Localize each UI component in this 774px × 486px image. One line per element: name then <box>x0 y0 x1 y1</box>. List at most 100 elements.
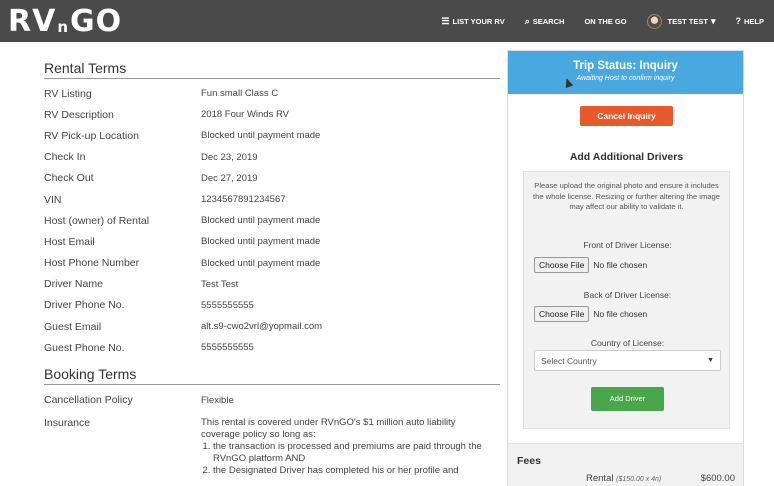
avatar <box>646 13 662 29</box>
nav-on-the-go-label: ON THE GO <box>584 16 627 26</box>
booking-terms-title: Booking Terms <box>44 366 500 386</box>
detail-value: 2018 Four Winds RV <box>201 109 290 121</box>
trip-details: Rental Terms RV Listing Fun small Class C… <box>44 60 500 477</box>
add-driver-form: Please upload the original photo and ens… <box>523 171 730 429</box>
back-license-choose-file-button[interactable]: Choose File <box>534 306 590 322</box>
fee-rental-value: $600.00 <box>700 473 735 484</box>
trip-status-title: Trip Status: Inquiry <box>573 60 678 72</box>
detail-row: Driver Phone No. 5555555555 <box>44 295 500 316</box>
detail-value: Blocked until payment made <box>201 130 321 142</box>
nav-list-your-rv-label: LIST YOUR RV <box>452 16 505 26</box>
help-icon: ? <box>735 16 741 26</box>
fees-title: Fees <box>517 455 541 467</box>
detail-row: Host Email Blocked until payment made <box>44 231 500 252</box>
detail-row: Host (owner) of Rental Blocked until paym… <box>44 210 500 231</box>
logo-text-n: n <box>57 18 70 36</box>
detail-value: Blocked until payment made <box>201 215 321 227</box>
back-license-file-status: No file chosen <box>593 309 648 319</box>
insurance-row: Insurance This rental is covered under R… <box>44 417 500 477</box>
detail-value: Dec 23, 2019 <box>201 151 258 163</box>
back-license-file-input: Choose File No file chosen <box>534 306 647 322</box>
country-select[interactable]: Select Country ▼ <box>534 350 721 371</box>
detail-label: Host Email <box>44 235 95 248</box>
upload-note: Please upload the original photo and ens… <box>533 181 720 211</box>
cancellation-policy-label: Cancellation Policy <box>44 394 133 407</box>
detail-label: Check Out <box>44 172 94 185</box>
nav-user-label: TEST TEST <box>667 16 708 26</box>
search-icon: ⌕ <box>524 15 530 26</box>
nav-search-label: SEARCH <box>532 16 565 26</box>
insurance-condition: the transaction is processed and premium… <box>213 441 491 465</box>
back-license-label: Back of Driver License: <box>583 290 672 300</box>
detail-value: 1234567891234567 <box>201 194 286 206</box>
detail-label: Host Phone Number <box>44 257 140 270</box>
detail-row: Check In Dec 23, 2019 <box>44 147 500 168</box>
front-license-file-input: Choose File No file chosen <box>534 257 647 273</box>
rvngo-logo[interactable]: RV n GO <box>8 5 122 37</box>
detail-row: RV Pick-up Location Blocked until payment… <box>44 125 500 146</box>
cancellation-policy-row: Cancellation Policy Flexible <box>44 389 500 410</box>
front-license-label: Front of Driver License: <box>583 240 672 250</box>
detail-value: Blocked until payment made <box>201 257 321 269</box>
fees-section: Fees Rental ($150.00 x 4n) $600.00 <box>508 443 743 486</box>
rental-terms-list: RV Listing Fun small Class C RV Descripti… <box>44 83 500 358</box>
detail-label: RV Pick-up Location <box>44 129 139 142</box>
chevron-down-icon: ▾ <box>710 15 716 26</box>
nav-help-label: HELP <box>743 16 764 26</box>
nav-on-the-go[interactable]: ON THE GO <box>584 17 626 26</box>
insurance-text: This rental is covered under RVnGO's $1 … <box>201 417 491 477</box>
trip-status-panel: Trip Status: Inquiry Awaiting Host to co… <box>507 50 744 486</box>
detail-row: VIN 1234567891234567 <box>44 189 500 210</box>
list-icon: ☰ <box>441 15 450 26</box>
detail-row: Guest Email alt.s9-cwo2vrl@yopmail.com <box>44 316 500 337</box>
detail-label: Driver Phone No. <box>44 299 125 312</box>
logo-text-go: GO <box>70 4 123 39</box>
detail-row: Check Out Dec 27, 2019 <box>44 168 500 189</box>
nav-user-menu[interactable]: TEST TEST ▾ <box>646 13 716 29</box>
detail-label: RV Listing <box>44 87 92 100</box>
country-label: Country of License: <box>590 338 665 348</box>
fee-rental-name: Rental <box>586 473 614 484</box>
detail-label: RV Description <box>44 108 114 121</box>
detail-row: Driver Name Test Test <box>44 274 500 295</box>
detail-value: 5555555555 <box>201 299 254 311</box>
detail-label: Guest Phone No. <box>44 341 125 354</box>
detail-row: RV Description 2018 Four Winds RV <box>44 104 500 125</box>
detail-value: alt.s9-cwo2vrl@yopmail.com <box>201 321 323 333</box>
front-license-choose-file-button[interactable]: Choose File <box>534 257 590 273</box>
front-license-file-status: No file chosen <box>593 260 648 270</box>
fee-rental-label: Rental ($150.00 x 4n) <box>586 473 661 484</box>
nav-list-your-rv[interactable]: ☰ LIST YOUR RV <box>441 16 504 27</box>
main-nav: ☰ LIST YOUR RV ⌕ SEARCH ON THE GO TEST T… <box>441 0 764 42</box>
detail-row: Host Phone Number Blocked until payment m… <box>44 253 500 274</box>
detail-row: RV Listing Fun small Class C <box>44 83 500 104</box>
insurance-conditions: the transaction is processed and premium… <box>213 441 491 477</box>
detail-row: Guest Phone No. 5555555555 <box>44 337 500 358</box>
top-nav-bar: RV n GO ☰ LIST YOUR RV ⌕ SEARCH ON THE G… <box>0 0 774 42</box>
cancellation-policy-value: Flexible <box>201 394 234 406</box>
detail-label: Guest Email <box>44 320 102 333</box>
nav-search[interactable]: ⌕ SEARCH <box>525 16 565 27</box>
fee-rental-detail: ($150.00 x 4n) <box>616 476 662 483</box>
cancel-inquiry-button[interactable]: Cancel Inquiry <box>580 106 673 126</box>
add-drivers-title: Add Additional Drivers <box>569 151 684 163</box>
insurance-condition: the Designated Driver has completed his … <box>213 465 491 477</box>
detail-value: Fun small Class C <box>201 88 279 100</box>
trip-status-banner: Trip Status: Inquiry Awaiting Host to co… <box>508 51 743 94</box>
detail-value: Blocked until payment made <box>201 236 321 248</box>
detail-label: Check In <box>44 151 86 164</box>
rental-terms-title: Rental Terms <box>44 60 500 79</box>
detail-value: Dec 27, 2019 <box>201 172 258 184</box>
logo-text-rv: RV <box>8 4 57 39</box>
detail-label: Driver Name <box>44 278 103 291</box>
chevron-down-icon: ▼ <box>707 357 714 364</box>
nav-help[interactable]: ? HELP <box>735 16 764 26</box>
insurance-intro: This rental is covered under RVnGO's $1 … <box>201 416 456 440</box>
country-select-value: Select Country <box>541 355 597 366</box>
add-driver-button[interactable]: Add Driver <box>591 387 664 411</box>
detail-label: VIN <box>44 193 62 206</box>
insurance-label: Insurance <box>44 416 91 429</box>
detail-value: 5555555555 <box>201 342 254 354</box>
trip-status-subtitle: Awaiting Host to confirm inquiry <box>576 75 675 82</box>
detail-value: Test Test <box>201 278 239 290</box>
